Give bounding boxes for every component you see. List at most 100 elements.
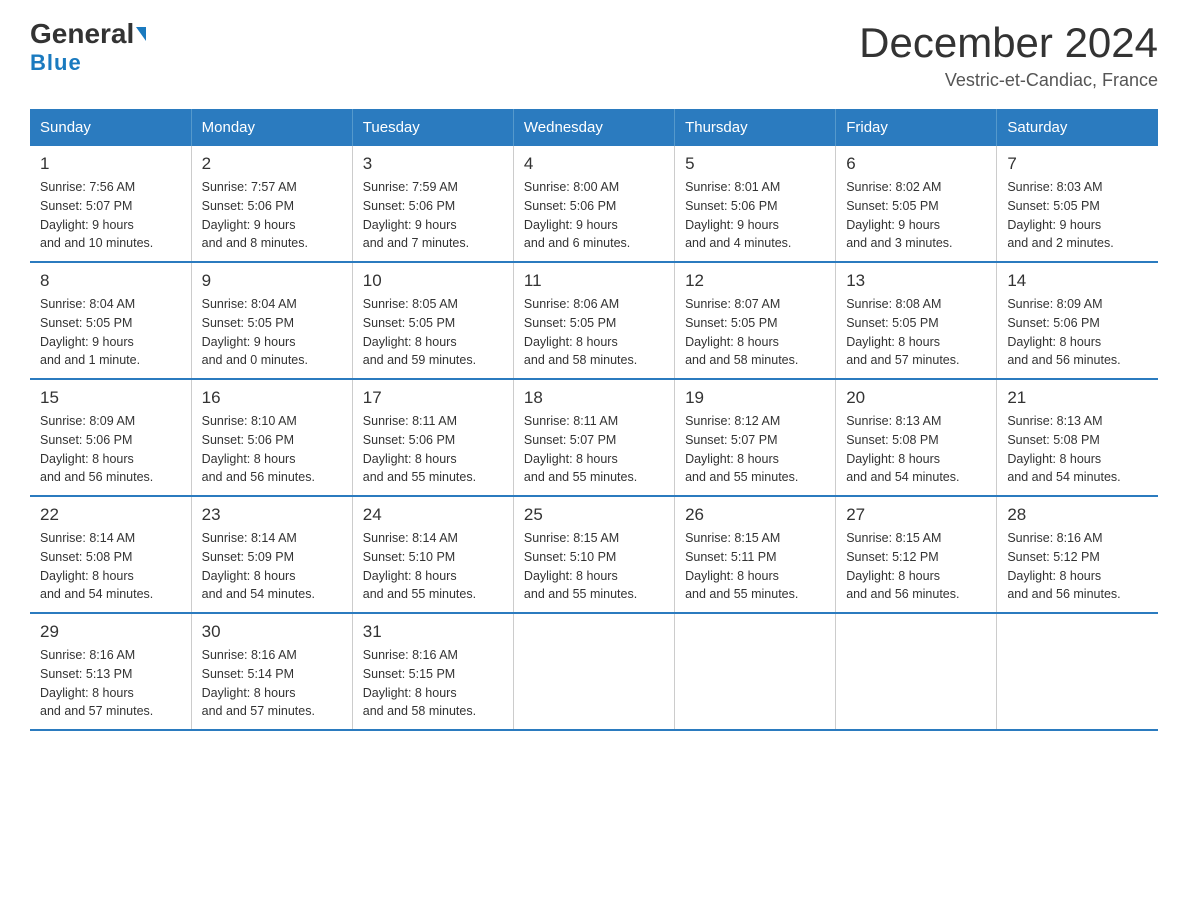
- week-row-3: 15 Sunrise: 8:09 AMSunset: 5:06 PMDayligh…: [30, 379, 1158, 496]
- calendar-cell: 1 Sunrise: 7:56 AMSunset: 5:07 PMDaylight…: [30, 146, 191, 262]
- day-info: Sunrise: 7:59 AMSunset: 5:06 PMDaylight:…: [363, 178, 503, 253]
- day-info: Sunrise: 8:14 AMSunset: 5:09 PMDaylight:…: [202, 529, 342, 604]
- header-row: SundayMondayTuesdayWednesdayThursdayFrid…: [30, 109, 1158, 146]
- day-number: 6: [846, 154, 986, 174]
- calendar-cell: 4 Sunrise: 8:00 AMSunset: 5:06 PMDaylight…: [513, 146, 674, 262]
- day-info: Sunrise: 8:05 AMSunset: 5:05 PMDaylight:…: [363, 295, 503, 370]
- month-title: December 2024: [859, 20, 1158, 66]
- header-day-monday: Monday: [191, 109, 352, 146]
- calendar-cell: [836, 613, 997, 730]
- day-number: 9: [202, 271, 342, 291]
- logo-general: General: [30, 20, 146, 48]
- day-info: Sunrise: 8:14 AMSunset: 5:10 PMDaylight:…: [363, 529, 503, 604]
- day-info: Sunrise: 8:04 AMSunset: 5:05 PMDaylight:…: [40, 295, 181, 370]
- calendar-cell: 12Sunrise: 8:07 AMSunset: 5:05 PMDayligh…: [675, 262, 836, 379]
- calendar-cell: 2Sunrise: 7:57 AMSunset: 5:06 PMDaylight…: [191, 146, 352, 262]
- day-info: Sunrise: 8:13 AMSunset: 5:08 PMDaylight:…: [1007, 412, 1148, 487]
- calendar-cell: 6 Sunrise: 8:02 AMSunset: 5:05 PMDaylight…: [836, 146, 997, 262]
- calendar-cell: 23 Sunrise: 8:14 AMSunset: 5:09 PMDayligh…: [191, 496, 352, 613]
- calendar-cell: 17 Sunrise: 8:11 AMSunset: 5:06 PMDayligh…: [352, 379, 513, 496]
- day-number: 3: [363, 154, 503, 174]
- day-info: Sunrise: 8:16 AMSunset: 5:13 PMDaylight:…: [40, 646, 181, 721]
- calendar-cell: 10 Sunrise: 8:05 AMSunset: 5:05 PMDayligh…: [352, 262, 513, 379]
- day-number: 2: [202, 154, 342, 174]
- logo-triangle-icon: [136, 27, 146, 41]
- day-info: Sunrise: 8:01 AMSunset: 5:06 PMDaylight:…: [685, 178, 825, 253]
- day-info: Sunrise: 8:16 AMSunset: 5:12 PMDaylight:…: [1007, 529, 1148, 604]
- logo-blue: Blue: [30, 50, 82, 76]
- day-info: Sunrise: 8:03 AMSunset: 5:05 PMDaylight:…: [1007, 178, 1148, 253]
- calendar-cell: 20 Sunrise: 8:13 AMSunset: 5:08 PMDayligh…: [836, 379, 997, 496]
- day-info: Sunrise: 8:09 AMSunset: 5:06 PMDaylight:…: [1007, 295, 1148, 370]
- calendar-cell: 15 Sunrise: 8:09 AMSunset: 5:06 PMDayligh…: [30, 379, 191, 496]
- day-number: 4: [524, 154, 664, 174]
- day-info: Sunrise: 8:09 AMSunset: 5:06 PMDaylight:…: [40, 412, 181, 487]
- week-row-4: 22Sunrise: 8:14 AMSunset: 5:08 PMDayligh…: [30, 496, 1158, 613]
- calendar-cell: [675, 613, 836, 730]
- day-number: 13: [846, 271, 986, 291]
- day-number: 1: [40, 154, 181, 174]
- calendar-cell: [997, 613, 1158, 730]
- day-number: 16: [202, 388, 342, 408]
- calendar-cell: 7 Sunrise: 8:03 AMSunset: 5:05 PMDaylight…: [997, 146, 1158, 262]
- calendar-cell: 26 Sunrise: 8:15 AMSunset: 5:11 PMDayligh…: [675, 496, 836, 613]
- day-number: 29: [40, 622, 181, 642]
- day-number: 11: [524, 271, 664, 291]
- day-info: Sunrise: 8:11 AMSunset: 5:06 PMDaylight:…: [363, 412, 503, 487]
- day-info: Sunrise: 8:16 AMSunset: 5:14 PMDaylight:…: [202, 646, 342, 721]
- day-info: Sunrise: 8:12 AMSunset: 5:07 PMDaylight:…: [685, 412, 825, 487]
- day-number: 27: [846, 505, 986, 525]
- day-number: 24: [363, 505, 503, 525]
- calendar-cell: 18 Sunrise: 8:11 AMSunset: 5:07 PMDayligh…: [513, 379, 674, 496]
- calendar-cell: 19 Sunrise: 8:12 AMSunset: 5:07 PMDayligh…: [675, 379, 836, 496]
- calendar-cell: [513, 613, 674, 730]
- calendar-cell: 24 Sunrise: 8:14 AMSunset: 5:10 PMDayligh…: [352, 496, 513, 613]
- calendar-cell: 5 Sunrise: 8:01 AMSunset: 5:06 PMDaylight…: [675, 146, 836, 262]
- title-section: December 2024 Vestric-et-Candiac, France: [859, 20, 1158, 91]
- header-day-saturday: Saturday: [997, 109, 1158, 146]
- calendar-cell: 14 Sunrise: 8:09 AMSunset: 5:06 PMDayligh…: [997, 262, 1158, 379]
- calendar-cell: 21 Sunrise: 8:13 AMSunset: 5:08 PMDayligh…: [997, 379, 1158, 496]
- day-info: Sunrise: 8:08 AMSunset: 5:05 PMDaylight:…: [846, 295, 986, 370]
- day-info: Sunrise: 8:04 AMSunset: 5:05 PMDaylight:…: [202, 295, 342, 370]
- day-info: Sunrise: 8:16 AMSunset: 5:15 PMDaylight:…: [363, 646, 503, 721]
- day-info: Sunrise: 8:10 AMSunset: 5:06 PMDaylight:…: [202, 412, 342, 487]
- calendar-cell: 27 Sunrise: 8:15 AMSunset: 5:12 PMDayligh…: [836, 496, 997, 613]
- day-number: 25: [524, 505, 664, 525]
- day-info: Sunrise: 8:15 AMSunset: 5:12 PMDaylight:…: [846, 529, 986, 604]
- week-row-5: 29 Sunrise: 8:16 AMSunset: 5:13 PMDayligh…: [30, 613, 1158, 730]
- day-number: 15: [40, 388, 181, 408]
- day-number: 21: [1007, 388, 1148, 408]
- day-info: Sunrise: 8:15 AMSunset: 5:10 PMDaylight:…: [524, 529, 664, 604]
- day-number: 18: [524, 388, 664, 408]
- day-number: 19: [685, 388, 825, 408]
- calendar-cell: 28 Sunrise: 8:16 AMSunset: 5:12 PMDayligh…: [997, 496, 1158, 613]
- day-info: Sunrise: 7:56 AMSunset: 5:07 PMDaylight:…: [40, 178, 181, 253]
- day-info: Sunrise: 8:13 AMSunset: 5:08 PMDaylight:…: [846, 412, 986, 487]
- header-day-thursday: Thursday: [675, 109, 836, 146]
- location: Vestric-et-Candiac, France: [859, 70, 1158, 91]
- logo: General Blue: [30, 20, 146, 76]
- calendar-table: SundayMondayTuesdayWednesdayThursdayFrid…: [30, 109, 1158, 731]
- day-number: 14: [1007, 271, 1148, 291]
- day-number: 23: [202, 505, 342, 525]
- day-number: 20: [846, 388, 986, 408]
- day-number: 17: [363, 388, 503, 408]
- day-number: 12: [685, 271, 825, 291]
- day-info: Sunrise: 8:00 AMSunset: 5:06 PMDaylight:…: [524, 178, 664, 253]
- day-number: 28: [1007, 505, 1148, 525]
- day-number: 10: [363, 271, 503, 291]
- day-number: 31: [363, 622, 503, 642]
- week-row-2: 8Sunrise: 8:04 AMSunset: 5:05 PMDaylight…: [30, 262, 1158, 379]
- day-number: 5: [685, 154, 825, 174]
- day-info: Sunrise: 8:11 AMSunset: 5:07 PMDaylight:…: [524, 412, 664, 487]
- day-number: 7: [1007, 154, 1148, 174]
- calendar-cell: 9 Sunrise: 8:04 AMSunset: 5:05 PMDaylight…: [191, 262, 352, 379]
- day-info: Sunrise: 8:15 AMSunset: 5:11 PMDaylight:…: [685, 529, 825, 604]
- day-number: 22: [40, 505, 181, 525]
- day-info: Sunrise: 8:02 AMSunset: 5:05 PMDaylight:…: [846, 178, 986, 253]
- header-day-friday: Friday: [836, 109, 997, 146]
- header-day-wednesday: Wednesday: [513, 109, 674, 146]
- day-info: Sunrise: 8:06 AMSunset: 5:05 PMDaylight:…: [524, 295, 664, 370]
- day-number: 26: [685, 505, 825, 525]
